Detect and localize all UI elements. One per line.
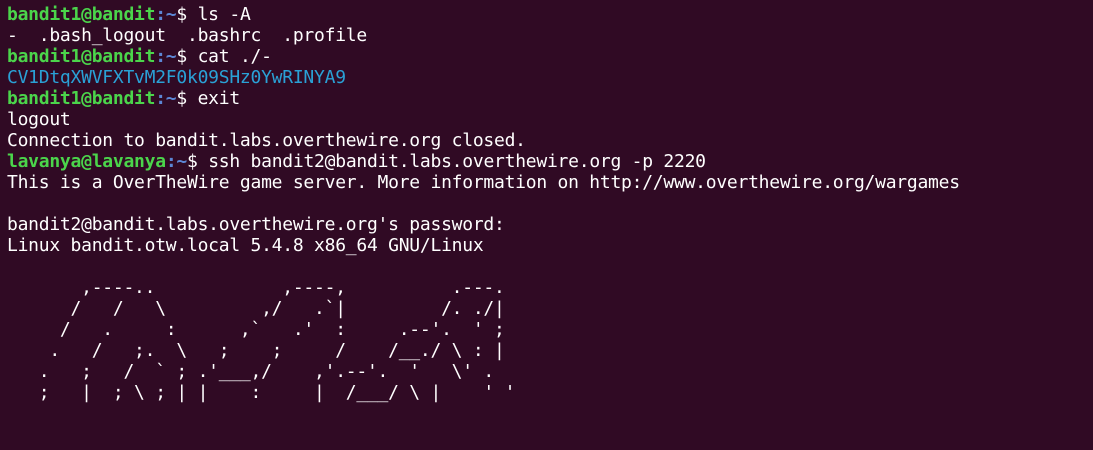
command-text: ssh bandit2@bandit.labs.overthewire.org … <box>208 151 706 172</box>
prompt-path: :~ <box>155 4 177 25</box>
prompt-symbol: $ <box>187 151 209 172</box>
output-line: This is a OverTheWire game server. More … <box>7 172 960 193</box>
command-text: exit <box>197 88 241 109</box>
prompt-user: bandit1@bandit <box>7 88 156 109</box>
password-prompt[interactable]: bandit2@bandit.labs.overthewire.org's pa… <box>7 214 1093 235</box>
terminal-line-3: bandit1@bandit:~$ cat ./- <box>7 46 1093 67</box>
output-line: Connection to bandit.labs.overthewire.or… <box>7 130 526 151</box>
prompt-path: :~ <box>155 46 177 67</box>
prompt-symbol: $ <box>176 4 198 25</box>
prompt-path: :~ <box>165 151 187 172</box>
prompt-symbol: $ <box>176 88 198 109</box>
password-output: CV1DtqXWVFXTvM2F0k09SHz0YwRINYA9 <box>7 67 346 88</box>
terminal-window[interactable]: bandit1@bandit:~$ ls -A - .bash_logout .… <box>0 0 1093 450</box>
ascii-art-line: ; | ; \ ; | | : | /___/ \ | ' ' <box>7 382 516 403</box>
prompt-user: lavanya@lavanya <box>7 151 166 172</box>
terminal-line-8: lavanya@lavanya:~$ ssh bandit2@bandit.la… <box>7 151 1093 172</box>
ascii-art-line: / . : ,` .' : .--'. ' ; <box>7 319 505 340</box>
ascii-art-line: ,----.. ,----, .---. <box>7 277 505 298</box>
output-line: Linux bandit.otw.local 5.4.8 x86_64 GNU/… <box>7 235 484 256</box>
output-line: - .bash_logout .bashrc .profile <box>7 25 367 46</box>
prompt-user: bandit1@bandit <box>7 46 156 67</box>
output-line: logout <box>7 109 71 130</box>
prompt-symbol: $ <box>176 46 198 67</box>
command-text: ls -A <box>197 4 251 25</box>
terminal-line-1: bandit1@bandit:~$ ls -A <box>7 4 1093 25</box>
ascii-art-line: . / ;. \ ; ; / /__./ \ : | <box>7 340 505 361</box>
command-text: cat ./- <box>197 46 272 67</box>
ascii-art-line: . ; / ` ; .'___,/ ,'.--'. ' \' . <box>7 361 495 382</box>
prompt-path: :~ <box>155 88 177 109</box>
terminal-line-5: bandit1@bandit:~$ exit <box>7 88 1093 109</box>
ascii-art-line: / / \ ,/ .`| /. ./| <box>7 298 505 319</box>
prompt-user: bandit1@bandit <box>7 4 156 25</box>
